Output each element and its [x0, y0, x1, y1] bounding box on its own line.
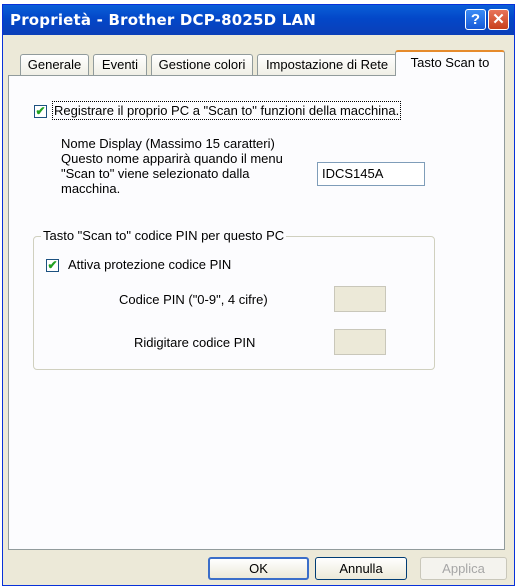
ok-button[interactable]: OK	[208, 557, 309, 580]
register-pc-label[interactable]: Registrare il proprio PC a "Scan to" fun…	[51, 101, 402, 120]
pin-confirm-label: Ridigitare codice PIN	[134, 335, 256, 350]
tab-eventi[interactable]: Eventi	[93, 54, 147, 75]
tab-gestione-colori[interactable]: Gestione colori	[151, 54, 253, 75]
pin-code-input[interactable]	[334, 286, 386, 312]
display-name-desc-2: "Scan to" viene selezionato dalla	[61, 166, 250, 181]
close-button[interactable]: ✕	[488, 9, 509, 30]
apply-button[interactable]: Applica	[420, 557, 507, 580]
tab-tasto-scan-to[interactable]: Tasto Scan to	[395, 50, 505, 76]
tab-generale[interactable]: Generale	[20, 54, 89, 75]
window-title: Proprietà - Brother DCP-8025D LAN	[10, 11, 317, 29]
register-pc-checkbox[interactable]: ✔	[34, 105, 47, 118]
pin-code-label: Codice PIN ("0-9", 4 cifre)	[119, 292, 268, 307]
tab-panel: ✔ Registrare il proprio PC a "Scan to" f…	[8, 75, 505, 550]
pin-group-title: Tasto "Scan to" codice PIN per questo PC	[41, 228, 287, 243]
title-bar[interactable]: Proprietà - Brother DCP-8025D LAN ? ✕	[3, 5, 514, 35]
pin-confirm-input[interactable]	[334, 329, 386, 355]
help-button[interactable]: ?	[465, 9, 486, 30]
display-name-input[interactable]: IDCS145A	[317, 162, 425, 186]
display-name-label: Nome Display (Massimo 15 caratteri)	[61, 136, 275, 151]
cancel-button[interactable]: Annulla	[315, 557, 407, 580]
display-name-desc-3: macchina.	[61, 181, 121, 196]
pin-protection-checkbox[interactable]: ✔	[46, 259, 59, 272]
pin-protection-label[interactable]: Attiva protezione codice PIN	[68, 257, 231, 272]
tab-impostazione-rete[interactable]: Impostazione di Rete	[257, 54, 397, 75]
display-name-desc-1: Questo nome apparirà quando il menu	[61, 151, 283, 166]
